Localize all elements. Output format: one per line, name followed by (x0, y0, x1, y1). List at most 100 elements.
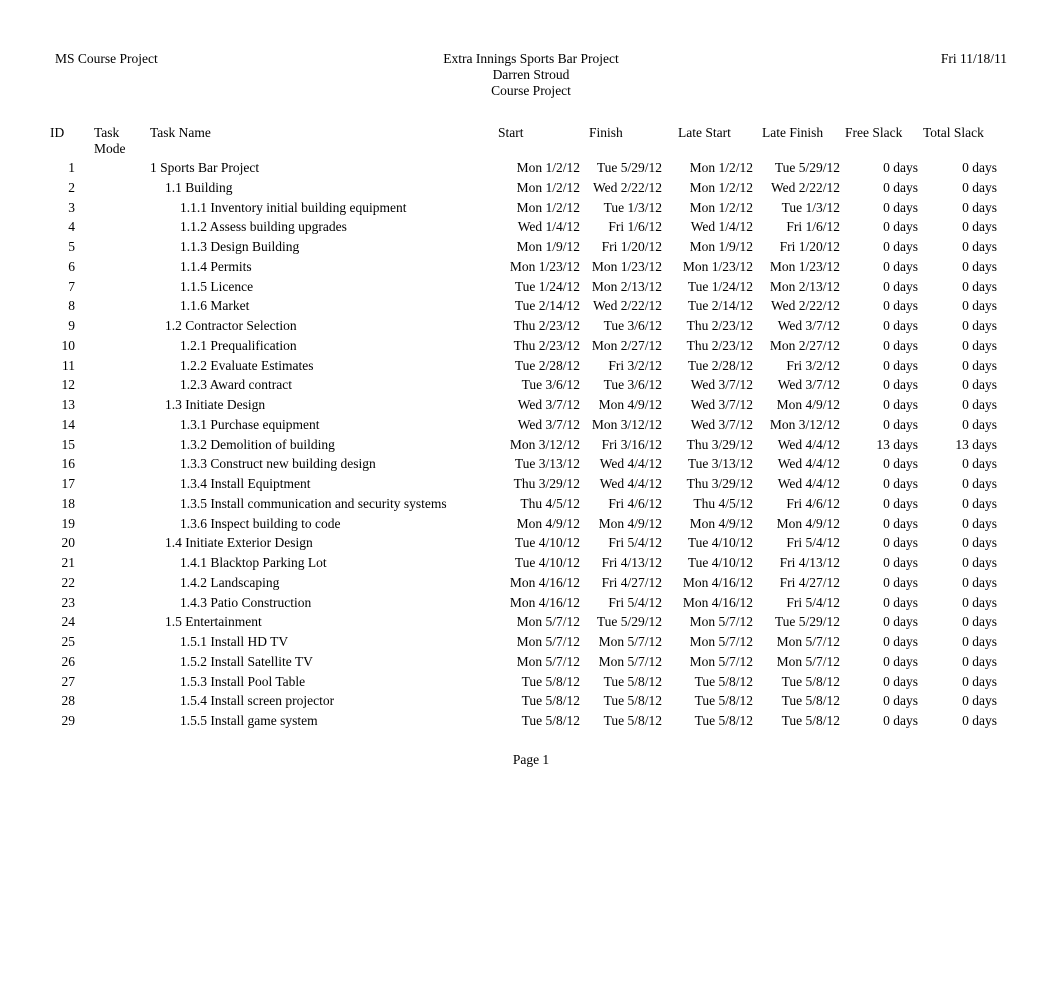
task-late-finish: Fri 4/13/12 (779, 555, 840, 570)
page-header: MS Course Project Extra Innings Sports B… (55, 51, 1007, 107)
task-total-slack: 0 days (962, 713, 997, 728)
column-header-late-finish: Late Finish (762, 125, 824, 140)
task-id: 12 (61, 377, 76, 393)
table-row[interactable]: 12 1.2.3 Award contract Tue 3/6/12 Tue 3/6/… (0, 377, 1062, 397)
task-free-slack: 0 days (883, 634, 918, 649)
table-row[interactable]: 2 1.1 Building Mon 1/2/12 Wed 2/22/12 Mon 1/… (0, 180, 1062, 200)
task-total-slack: 0 days (962, 555, 997, 570)
task-name: 1.2 Contractor Selection (165, 318, 297, 333)
task-total-slack: 0 days (962, 219, 997, 235)
project-title: Extra Innings Sports Bar Project (443, 51, 619, 66)
task-total-slack: 0 days (962, 515, 997, 531)
task-id: 11 (62, 357, 75, 373)
table-row[interactable]: 19 1.3.6 Inspect building to code Mon 4/9/… (0, 516, 1062, 536)
table-row[interactable]: 23 1.4.3 Patio Construction Mon 4/16/12 Fri… (0, 595, 1062, 615)
task-id: 14 (61, 416, 76, 432)
task-name: 1.4 Initiate Exterior Design (165, 535, 313, 551)
table-column-headers: ID Task Mode Task Name Start Finish Late… (0, 125, 1062, 159)
task-late-finish: Tue 5/8/12 (781, 673, 840, 689)
table-row[interactable]: 16 1.3.3 Construct new building design Tue… (0, 456, 1062, 476)
table-row[interactable]: 25 1.5.1 Install HD TV Mon 5/7/12 Mon 5/7/1… (0, 634, 1062, 654)
task-total-slack: 0 days (962, 377, 997, 393)
page-number: Page 1 (512, 752, 550, 767)
task-total-slack: 0 days (962, 693, 997, 709)
task-free-slack: 0 days (883, 515, 918, 531)
task-free-slack: 0 days (883, 199, 918, 215)
task-late-finish: Mon 4/9/12 (776, 515, 840, 531)
task-late-finish: Mon 4/9/12 (776, 397, 840, 412)
task-late-finish: Fri 1/20/12 (779, 239, 840, 254)
table-row[interactable]: 13 1.3 Initiate Design Wed 3/7/12 Mon 4/9/1… (0, 397, 1062, 417)
task-free-slack: 0 days (883, 614, 918, 630)
task-free-slack: 0 days (883, 713, 918, 728)
table-row[interactable]: 26 1.5.2 Install Satellite TV Mon 5/7/12 Mo… (0, 654, 1062, 674)
task-total-slack: 0 days (962, 476, 997, 491)
table-row[interactable]: 5 1.1.3 Design Building Mon 1/9/12 Fri 1/20… (0, 239, 1062, 259)
task-late-finish: Tue 5/8/12 (781, 713, 840, 728)
task-total-slack: 0 days (962, 614, 997, 630)
task-name: 1.3 Initiate Design (165, 397, 266, 412)
column-header-total-slack: Total Slack (923, 125, 984, 140)
task-late-finish: Mon 5/7/12 (776, 634, 840, 649)
task-late-finish: Wed 2/22/12 (770, 179, 840, 195)
table-row[interactable]: 21 1.4.1 Blacktop Parking Lot Tue 4/10/12 F… (0, 555, 1062, 575)
task-name: 1.5 Entertainment (165, 614, 262, 630)
table-row[interactable]: 11 1.2.2 Evaluate Estimates Tue 2/28/12 Fri… (0, 358, 1062, 378)
task-id: 10 (61, 337, 76, 353)
task-id: 19 (61, 515, 76, 531)
task-free-slack: 0 days (883, 377, 918, 393)
task-id: 18 (61, 495, 76, 511)
table-row[interactable]: 10 1.2.1 Prequalification Thu 2/23/12 Mon 2… (0, 338, 1062, 358)
task-free-slack: 0 days (883, 574, 918, 590)
table-row[interactable]: 28 1.5.4 Install screen projector Tue 5/8/… (0, 693, 1062, 713)
task-late-finish: Wed 4/4/12 (777, 436, 840, 452)
task-free-slack: 0 days (883, 397, 918, 412)
task-total-slack: 0 days (962, 495, 997, 511)
task-free-slack: 0 days (883, 594, 918, 610)
task-late-finish: Mon 2/13/12 (769, 278, 840, 294)
table-row[interactable]: 22 1.4.2 Landscaping Mon 4/16/12 Fri 4/27/1… (0, 575, 1062, 595)
task-free-slack: 0 days (883, 476, 918, 491)
task-total-slack: 13 days (955, 436, 997, 452)
task-late-finish: Mon 2/27/12 (769, 337, 840, 353)
task-late-finish: Wed 3/7/12 (777, 377, 840, 393)
table-row[interactable]: 20 1.4 Initiate Exterior Design Tue 4/10/1… (0, 535, 1062, 555)
task-late-finish: Mon 5/7/12 (776, 653, 840, 669)
task-id: 20 (61, 535, 76, 551)
task-total-slack: 0 days (962, 574, 997, 590)
task-late-finish: Fri 4/6/12 (786, 495, 840, 511)
column-header-late-start: Late Start (678, 125, 731, 140)
task-total-slack: 0 days (962, 673, 997, 689)
table-row[interactable]: 4 1.1.2 Assess building upgrades Wed 1/4/1… (0, 219, 1062, 239)
table-row[interactable]: 8 1.1.6 Market Tue 2/14/12 Wed 2/22/12 Tue 2… (0, 298, 1062, 318)
task-free-slack: 0 days (883, 495, 918, 511)
task-id: 28 (61, 693, 76, 709)
task-total-slack: 0 days (962, 535, 997, 551)
task-total-slack: 0 days (962, 179, 997, 195)
table-row[interactable]: 15 1.3.2 Demolition of building Mon 3/12/1… (0, 437, 1062, 457)
column-header-task-mode: Task (94, 125, 120, 140)
table-row[interactable]: 27 1.5.3 Install Pool Table Tue 5/8/12 Tue … (0, 674, 1062, 694)
task-free-slack: 0 days (883, 357, 918, 373)
table-row[interactable]: 29 1.5.5 Install game system Tue 5/8/12 Tue… (0, 713, 1062, 733)
task-free-slack: 0 days (883, 160, 918, 175)
report-page: MS Course Project Extra Innings Sports B… (0, 0, 1062, 1006)
table-row[interactable]: 3 1.1.1 Inventory initial building equipm… (0, 200, 1062, 220)
task-id: 25 (61, 634, 76, 649)
task-id: 7 (68, 278, 75, 294)
table-row[interactable]: 17 1.3.4 Install Equiptment Thu 3/29/12 Wed… (0, 476, 1062, 496)
table-row[interactable]: 6 1.1.4 Permits Mon 1/23/12 Mon 1/23/12 Mon … (0, 259, 1062, 279)
task-late-finish: Wed 4/4/12 (777, 456, 840, 472)
task-late-finish: Fri 3/2/12 (786, 357, 840, 373)
table-row[interactable]: 24 1.5 Entertainment Mon 5/7/12 Tue 5/29/12… (0, 614, 1062, 634)
table-row[interactable]: 7 1.1.5 Licence Tue 1/24/12 Mon 2/13/12 Tue … (0, 279, 1062, 299)
task-free-slack: 0 days (883, 416, 918, 432)
header-title-block: Extra Innings Sports Bar Project Darren … (55, 51, 1007, 100)
table-row[interactable]: 14 1.3.1 Purchase equipment Wed 3/7/12 Mon … (0, 417, 1062, 437)
table-row[interactable]: 18 1.3.5 Install communication and securi… (0, 496, 1062, 516)
task-free-slack: 0 days (883, 653, 918, 669)
table-row[interactable]: 11 Sports Bar Project Mon 1/2/12 Tue 5/29/… (0, 160, 1062, 180)
table-row[interactable]: 9 1.2 Contractor Selection Thu 2/23/12 Tue … (0, 318, 1062, 338)
task-free-slack: 13 days (876, 436, 918, 452)
task-name: 1 Sports Bar Project (150, 160, 260, 175)
